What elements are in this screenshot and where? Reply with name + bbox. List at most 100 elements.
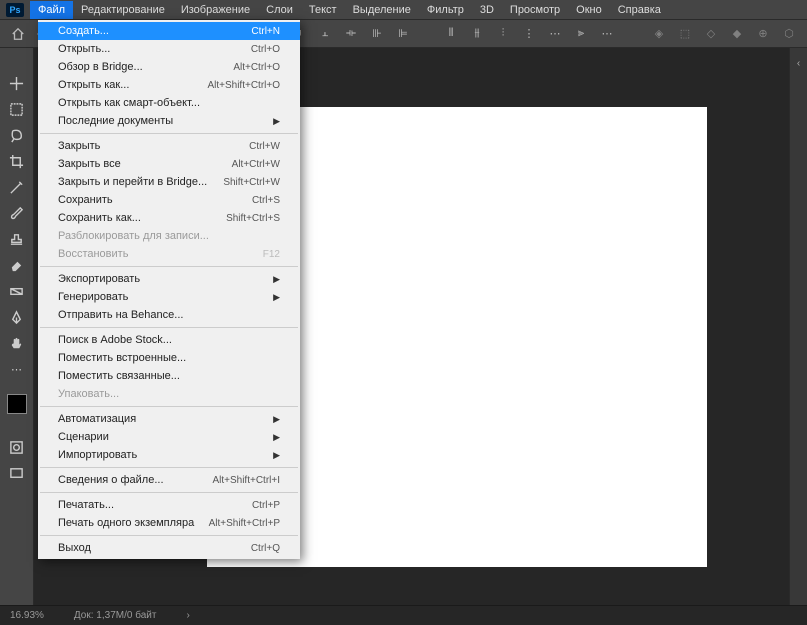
menu-item-label: Закрыть все — [58, 158, 121, 170]
menu-item[interactable]: Отправить на Behance... — [38, 306, 300, 324]
menu-item-shortcut: Ctrl+S — [252, 195, 280, 206]
mode-3d-icon[interactable]: ◈ — [649, 24, 669, 44]
menu-item[interactable]: Экспортировать▶ — [38, 270, 300, 288]
distribute-icon[interactable]: ⫴ — [441, 24, 461, 44]
menu-item[interactable]: СохранитьCtrl+S — [38, 191, 300, 209]
lasso-tool[interactable] — [5, 124, 29, 146]
menu-item[interactable]: Поместить встроенные... — [38, 349, 300, 367]
menu-item[interactable]: Поместить связанные... — [38, 367, 300, 385]
menu-item[interactable]: Сведения о файле... Alt+Shift+Ctrl+I — [38, 471, 300, 489]
menu-item[interactable]: Поиск в Adobe Stock... — [38, 331, 300, 349]
distribute-icon[interactable]: ⫸ — [571, 24, 591, 44]
menu-item-label: Обзор в Bridge... — [58, 61, 143, 73]
menu-фильтр[interactable]: Фильтр — [419, 1, 472, 19]
menu-просмотр[interactable]: Просмотр — [502, 1, 568, 19]
menu-item[interactable]: Печатать...Ctrl+P — [38, 496, 300, 514]
menu-item[interactable]: Импортировать▶ — [38, 446, 300, 464]
stamp-tool[interactable] — [5, 228, 29, 250]
menu-item[interactable]: Закрыть всеAlt+Ctrl+W — [38, 155, 300, 173]
collapse-icon[interactable]: ‹ — [797, 58, 800, 69]
mode-icon[interactable]: ⬚ — [675, 24, 695, 44]
menu-item[interactable]: Сценарии▶ — [38, 428, 300, 446]
menu-item-shortcut: Ctrl+W — [249, 141, 280, 152]
menu-item[interactable]: Открыть как смарт-объект... — [38, 94, 300, 112]
menu-item-shortcut: Alt+Shift+Ctrl+O — [207, 80, 280, 91]
eraser-tool[interactable] — [5, 254, 29, 276]
color-swatch[interactable] — [7, 394, 27, 414]
statusbar-arrow[interactable]: › — [186, 610, 189, 621]
mode-icon[interactable]: ◇ — [701, 24, 721, 44]
mode-icon[interactable]: ◆ — [727, 24, 747, 44]
mode-icon[interactable]: ⊕ — [753, 24, 773, 44]
gradient-tool[interactable] — [5, 280, 29, 302]
more-tools[interactable]: ⋯ — [5, 358, 29, 380]
menu-3d[interactable]: 3D — [472, 1, 502, 19]
menu-item[interactable]: ЗакрытьCtrl+W — [38, 137, 300, 155]
move-tool[interactable] — [5, 72, 29, 94]
menu-item[interactable]: Открыть...Ctrl+O — [38, 40, 300, 58]
home-icon[interactable] — [8, 24, 28, 44]
quickmask-tool[interactable] — [5, 436, 29, 458]
menu-item-label: Сведения о файле... — [58, 474, 164, 486]
align-icon[interactable]: ⊫ — [393, 24, 413, 44]
menu-item-label: Экспортировать — [58, 273, 140, 285]
menu-файл[interactable]: Файл — [30, 1, 73, 19]
menu-separator — [40, 492, 298, 493]
zoom-level[interactable]: 16.93% — [10, 610, 44, 621]
align-icon[interactable]: ⟛ — [341, 24, 361, 44]
menu-item[interactable]: Сохранить как...Shift+Ctrl+S — [38, 209, 300, 227]
menu-item[interactable]: Обзор в Bridge...Alt+Ctrl+O — [38, 58, 300, 76]
distribute-icon[interactable]: ⫵ — [467, 24, 487, 44]
menu-item[interactable]: ВыходCtrl+Q — [38, 539, 300, 557]
submenu-arrow-icon: ▶ — [273, 414, 280, 425]
marquee-tool[interactable] — [5, 98, 29, 120]
menu-выделение[interactable]: Выделение — [345, 1, 419, 19]
tools-panel: ⋯ — [0, 48, 34, 605]
menu-item-shortcut: Alt+Shift+Ctrl+I — [212, 475, 280, 486]
menu-слои[interactable]: Слои — [258, 1, 301, 19]
menu-item-label: Выход — [58, 542, 91, 554]
eyedropper-tool[interactable] — [5, 176, 29, 198]
menu-текст[interactable]: Текст — [301, 1, 345, 19]
hand-tool[interactable] — [5, 332, 29, 354]
menu-item-label: Открыть как... — [58, 79, 129, 91]
mode-icon[interactable]: ⬡ — [779, 24, 799, 44]
menu-item: Упаковать... — [38, 385, 300, 403]
brush-tool[interactable] — [5, 202, 29, 224]
menu-item-shortcut: F12 — [263, 249, 280, 260]
menu-item-shortcut: Ctrl+N — [251, 26, 280, 37]
menu-item-shortcut: Ctrl+P — [252, 500, 280, 511]
menu-item-label: Поместить встроенные... — [58, 352, 186, 364]
menu-item[interactable]: Последние документы▶ — [38, 112, 300, 130]
distribute-icon[interactable]: ⫶ — [493, 24, 513, 44]
menu-справка[interactable]: Справка — [610, 1, 669, 19]
pen-tool[interactable] — [5, 306, 29, 328]
menu-item[interactable]: Закрыть и перейти в Bridge...Shift+Ctrl+… — [38, 173, 300, 191]
menu-изображение[interactable]: Изображение — [173, 1, 258, 19]
doc-info[interactable]: Док: 1,37М/0 байт — [74, 610, 157, 621]
menu-редактирование[interactable]: Редактирование — [73, 1, 173, 19]
statusbar: 16.93% Док: 1,37М/0 байт › — [0, 605, 807, 625]
menu-item-label: Сохранить как... — [58, 212, 141, 224]
align-icon[interactable]: ⊪ — [367, 24, 387, 44]
menu-item[interactable]: Печать одного экземпляраAlt+Shift+Ctrl+P — [38, 514, 300, 532]
submenu-arrow-icon: ▶ — [273, 292, 280, 303]
menu-item-label: Открыть... — [58, 43, 110, 55]
menu-item[interactable]: Открыть как... Alt+Shift+Ctrl+O — [38, 76, 300, 94]
menu-item-label: Отправить на Behance... — [58, 309, 183, 321]
menu-item-label: Закрыть и перейти в Bridge... — [58, 176, 207, 188]
menu-separator — [40, 535, 298, 536]
menu-separator — [40, 406, 298, 407]
menu-item-label: Печать одного экземпляра — [58, 517, 194, 529]
menu-item[interactable]: Создать...Ctrl+N — [38, 22, 300, 40]
align-icon[interactable]: ⫠ — [315, 24, 335, 44]
crop-tool[interactable] — [5, 150, 29, 172]
menu-окно[interactable]: Окно — [568, 1, 610, 19]
distribute-icon[interactable]: ⋯ — [545, 24, 565, 44]
screenmode-tool[interactable] — [5, 462, 29, 484]
more-icon[interactable]: ⋯ — [597, 24, 617, 44]
distribute-icon[interactable]: ⋮ — [519, 24, 539, 44]
menu-item[interactable]: Генерировать▶ — [38, 288, 300, 306]
menu-item[interactable]: Автоматизация▶ — [38, 410, 300, 428]
right-panel-strip[interactable]: ‹ — [789, 48, 807, 605]
